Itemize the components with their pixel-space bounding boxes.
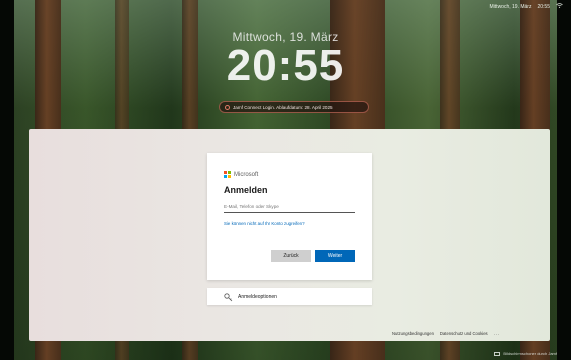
menubar-time: 20:55 <box>537 3 550 10</box>
signin-title: Anmelden <box>224 185 268 195</box>
back-button[interactable]: Zurück <box>271 250 311 262</box>
login-notice-pill: Jamf Connect Login. Ablaufdatum: 28. Apr… <box>219 101 369 113</box>
privacy-link[interactable]: Datenschutz und Cookies <box>440 331 488 336</box>
brand-name: Microsoft <box>234 171 259 178</box>
menubar-date: Mittwoch, 19. März <box>489 3 532 10</box>
more-options-link[interactable]: ... <box>494 331 501 336</box>
no-access-link[interactable]: Sie können nicht auf Ihr Konto zugreifen… <box>224 221 305 226</box>
terms-link[interactable]: Nutzungsbedingungen <box>392 331 434 336</box>
signin-options-button[interactable]: Anmeldeoptionen <box>207 288 372 305</box>
next-button[interactable]: Weiter <box>315 250 355 262</box>
menubar-status: Mittwoch, 19. März 20:55 <box>490 3 563 10</box>
signin-options-label: Anmeldeoptionen <box>238 293 277 300</box>
email-field[interactable]: E-Mail, Telefon oder Skype <box>224 202 355 213</box>
notice-icon <box>225 104 230 110</box>
wifi-icon[interactable] <box>556 3 563 10</box>
microsoft-logo: Microsoft <box>224 171 258 178</box>
key-icon <box>224 292 233 301</box>
screen-icon <box>494 351 501 356</box>
screensaver-text: Bildschirmschoner durch Jamf <box>503 351 557 356</box>
microsoft-logo-icon <box>224 171 231 178</box>
footer-links: Nutzungsbedingungen Datenschutz und Cook… <box>392 331 500 336</box>
screensaver-notice: Bildschirmschoner durch Jamf <box>494 351 557 356</box>
signin-card: Microsoft Anmelden E-Mail, Telefon oder … <box>207 153 372 280</box>
login-notice-text: Jamf Connect Login. Ablaufdatum: 28. Apr… <box>233 104 333 110</box>
lockscreen-time: 20:55 <box>226 41 345 90</box>
